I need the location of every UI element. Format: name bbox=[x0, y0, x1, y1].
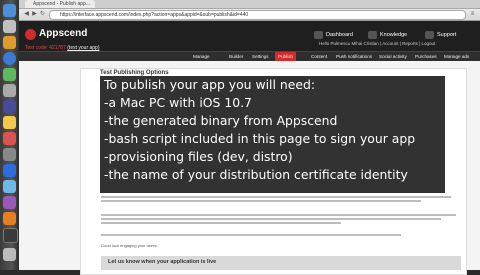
browser-tab[interactable]: Appscend - Publish app... bbox=[25, 0, 95, 8]
url-field[interactable]: https://interface.appscend.com/index.php… bbox=[49, 10, 466, 20]
dashboard-button[interactable]: Dashboard bbox=[314, 30, 353, 40]
overlay-line: -the generated binary from Appscend bbox=[104, 113, 338, 128]
overlay-line: To publish your app you will need: bbox=[104, 77, 316, 92]
app-icon[interactable] bbox=[3, 212, 16, 225]
text-line bbox=[101, 218, 441, 220]
text-line bbox=[101, 200, 421, 202]
good-luck-text: Good luck engaging your users! bbox=[101, 243, 158, 248]
live-notice-text: Let us know when your application is liv… bbox=[108, 259, 217, 265]
text-line bbox=[101, 214, 456, 216]
app-icon[interactable] bbox=[3, 148, 16, 161]
tab-bar: Appscend - Publish app... bbox=[19, 0, 480, 9]
app-icon[interactable] bbox=[3, 100, 16, 113]
reload-icon[interactable]: ↻ bbox=[39, 11, 46, 18]
app-icon[interactable] bbox=[3, 116, 16, 129]
address-toolbar: ◀ ▶ ↻ https://interface.appscend.com/ind… bbox=[19, 9, 480, 21]
overlay-line: -bash script included in this page to si… bbox=[104, 131, 416, 146]
wrench-icon[interactable]: ≡ bbox=[469, 11, 476, 18]
app-icon[interactable] bbox=[3, 20, 16, 33]
dashboard-label: Dashboard bbox=[326, 32, 353, 38]
mac-dock bbox=[0, 0, 20, 270]
knowledge-button[interactable]: Knowledge bbox=[368, 30, 407, 40]
app-icon[interactable] bbox=[3, 196, 16, 209]
support-label: Support bbox=[437, 32, 457, 38]
app-icon[interactable] bbox=[3, 132, 16, 145]
overlay-line: -a Mac PC with iOS 10.7 bbox=[104, 95, 252, 110]
app-logo-text: Appscend bbox=[39, 28, 88, 39]
app-icon[interactable] bbox=[3, 36, 16, 49]
finder-icon[interactable] bbox=[3, 4, 16, 17]
support-button[interactable]: Support bbox=[425, 30, 456, 40]
appscend-logo-icon bbox=[25, 29, 36, 40]
user-links[interactable]: Hello Pulmescu Mihai Cristian | Account … bbox=[319, 41, 435, 46]
back-icon[interactable]: ◀ bbox=[23, 11, 30, 18]
text-line bbox=[101, 222, 341, 224]
knowledge-label: Knowledge bbox=[380, 32, 408, 38]
dashboard-icon bbox=[314, 30, 323, 39]
overlay-line: -the name of your distribution certifica… bbox=[104, 167, 408, 182]
app-header: Appscend Test code: 421787 (test your ap… bbox=[19, 21, 480, 51]
forward-icon[interactable]: ▶ bbox=[31, 11, 38, 18]
app-icon[interactable] bbox=[3, 84, 16, 97]
app-icon[interactable] bbox=[3, 180, 16, 193]
app-icon[interactable] bbox=[3, 164, 16, 177]
text-line bbox=[101, 234, 401, 236]
trash-icon[interactable] bbox=[3, 248, 16, 261]
text-line bbox=[101, 196, 451, 198]
safari-icon[interactable] bbox=[3, 52, 16, 65]
support-icon bbox=[425, 30, 434, 39]
overlay-line: -provisioning files (dev, distro) bbox=[104, 149, 293, 164]
knowledge-icon bbox=[368, 30, 377, 39]
app-icon[interactable] bbox=[3, 68, 16, 81]
terminal-icon[interactable] bbox=[3, 228, 18, 243]
